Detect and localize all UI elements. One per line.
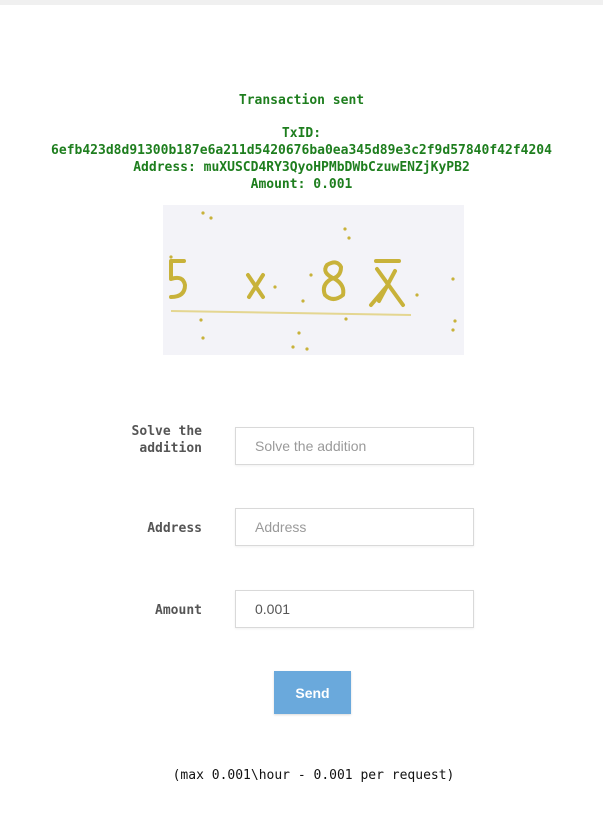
status-title: Transaction sent bbox=[238, 93, 365, 108]
address-input[interactable] bbox=[235, 508, 474, 546]
amount-line: Amount: 0.001 bbox=[250, 177, 353, 192]
captcha-answer-input[interactable] bbox=[235, 427, 474, 465]
captcha-image bbox=[163, 205, 464, 355]
amount-label: Amount bbox=[155, 603, 202, 618]
top-bar bbox=[0, 0, 603, 5]
address-line: Address: muXUSCD4RY3QyoHPMbDWbCzuwENZjKy… bbox=[133, 160, 470, 175]
captcha-answer-label: Solve the addition bbox=[131, 424, 202, 456]
rate-limit-note: (max 0.001\hour - 0.001 per request) bbox=[172, 768, 455, 783]
address-label: Address bbox=[147, 521, 202, 536]
amount-input[interactable] bbox=[235, 590, 474, 628]
txid-label: TxID: bbox=[281, 126, 322, 141]
transaction-status: Transaction sent TxID: 6efb423d8d91300b1… bbox=[0, 92, 603, 193]
txid-value: 6efb423d8d91300b187e6a211d5420676ba0ea34… bbox=[51, 143, 552, 158]
send-button[interactable]: Send bbox=[274, 671, 351, 714]
